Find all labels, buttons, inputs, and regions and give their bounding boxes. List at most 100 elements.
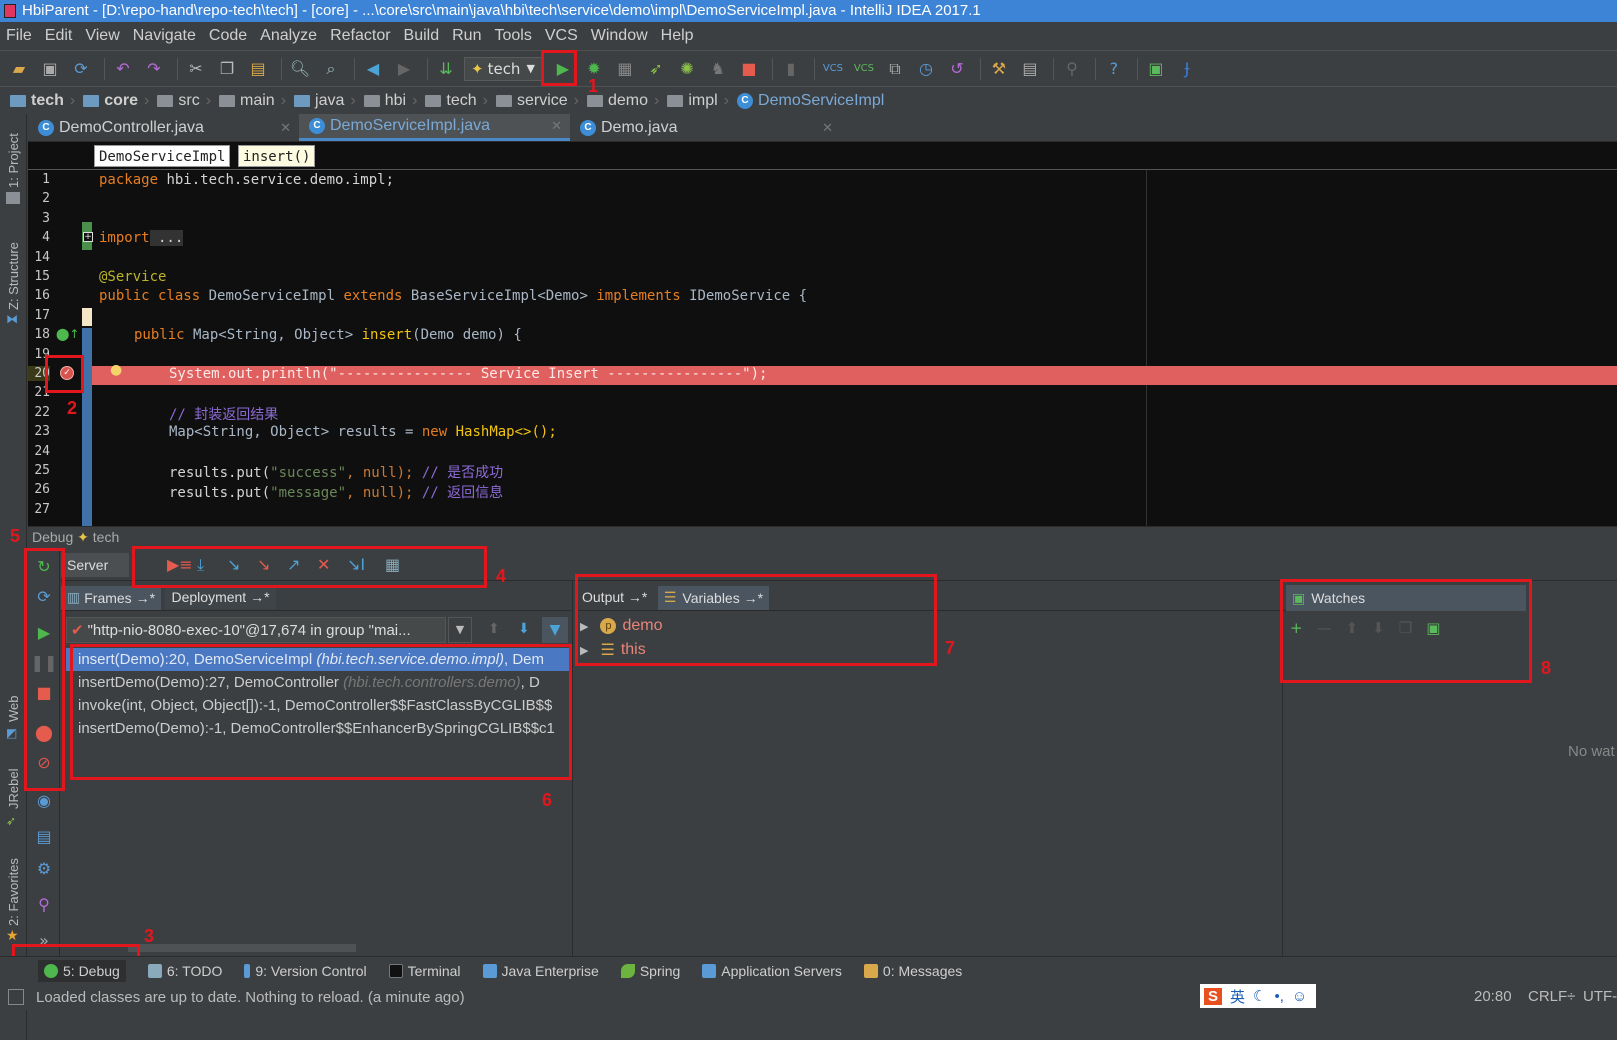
- drop-frame-icon[interactable]: ✕: [317, 555, 341, 575]
- method-crumb[interactable]: insert(): [238, 145, 316, 167]
- pin-icon[interactable]: ⚲: [33, 893, 55, 915]
- jrebel-run-icon[interactable]: ➶: [643, 56, 669, 82]
- tool-spring[interactable]: Spring: [620, 963, 680, 979]
- menu-tools[interactable]: Tools: [494, 27, 531, 45]
- breadcrumb-hbi[interactable]: hbi ›: [363, 92, 417, 110]
- close-icon[interactable]: ✕: [280, 120, 291, 136]
- move-down-icon[interactable]: ⬇: [1372, 619, 1385, 637]
- help-icon[interactable]: ?: [1101, 56, 1127, 82]
- pause-icon[interactable]: ❚❚: [31, 651, 58, 673]
- sdk-icon[interactable]: ⚲: [1059, 56, 1085, 82]
- variable-row[interactable]: ▶ p demo: [580, 617, 663, 635]
- remove-watch-icon[interactable]: —: [1317, 619, 1332, 637]
- class-crumb[interactable]: DemoServiceImpl: [94, 145, 231, 167]
- force-step-into-icon[interactable]: ↘: [257, 555, 281, 575]
- more-icon[interactable]: »: [33, 929, 55, 951]
- frame-row[interactable]: insertDemo(Demo):-1, DemoController$$Enh…: [66, 717, 572, 740]
- cut-icon[interactable]: ✂: [183, 56, 209, 82]
- plugin-icon[interactable]: ▣: [1143, 56, 1169, 82]
- line-separator[interactable]: CRLF÷: [1528, 988, 1575, 1005]
- vcs-update-icon[interactable]: VCS: [820, 56, 846, 82]
- fold-expand-icon[interactable]: +: [83, 232, 93, 242]
- vcs-commit-icon[interactable]: VCS: [851, 56, 877, 82]
- duplicate-watch-icon[interactable]: ❐: [1399, 619, 1412, 637]
- override-icon[interactable]: ⬤↑: [56, 327, 79, 341]
- caret-position[interactable]: 20:80: [1474, 988, 1512, 1005]
- thread-dropdown-icon[interactable]: ▼: [448, 617, 472, 643]
- tab-deployment[interactable]: Deployment →*: [165, 585, 276, 609]
- replace-icon[interactable]: ⌕: [318, 56, 344, 82]
- tab-server[interactable]: Server: [61, 553, 129, 577]
- code-editor[interactable]: DemoServiceImpl insert() 1 2 3 4 14 15 1…: [28, 142, 1617, 526]
- redo-icon[interactable]: ↷: [141, 56, 167, 82]
- lightbulb-icon[interactable]: ●: [110, 362, 122, 378]
- copy-icon[interactable]: ❐: [214, 56, 240, 82]
- vcs-compare-icon[interactable]: ⧉: [882, 56, 908, 82]
- menu-navigate[interactable]: Navigate: [133, 27, 196, 45]
- tool-debug[interactable]: 5: Debug: [38, 959, 126, 982]
- status-toggle-icon[interactable]: [8, 989, 24, 1005]
- close-icon[interactable]: ✕: [822, 120, 833, 136]
- menu-run[interactable]: Run: [452, 27, 481, 45]
- frames-scrollbar[interactable]: [128, 944, 356, 952]
- forward-icon[interactable]: ▶: [391, 56, 417, 82]
- tool-messages[interactable]: 0: Messages: [863, 963, 962, 979]
- stop-icon[interactable]: ■: [736, 56, 762, 82]
- structure-tool-button[interactable]: Z: Structure: [6, 242, 21, 310]
- move-up-icon[interactable]: ⬆: [1346, 619, 1359, 637]
- project-settings-icon[interactable]: ▤: [1017, 56, 1043, 82]
- menu-window[interactable]: Window: [591, 27, 648, 45]
- encoding[interactable]: UTF-: [1583, 988, 1617, 1005]
- frame-row[interactable]: insert(Demo):20, DemoServiceImpl (hbi.te…: [66, 648, 572, 671]
- save-all-icon[interactable]: ▣: [37, 56, 63, 82]
- project-tool-button[interactable]: 1: Project: [6, 133, 21, 188]
- menu-view[interactable]: View: [85, 27, 119, 45]
- breadcrumb-tech[interactable]: tech ›: [10, 92, 75, 110]
- variable-row[interactable]: ▶ ☰ this: [580, 640, 646, 660]
- tab-demo-controller[interactable]: C DemoController.java ✕: [28, 114, 299, 141]
- breakpoint-icon[interactable]: ✓: [60, 366, 74, 380]
- jrebel-tool-button[interactable]: JRebel: [6, 769, 21, 809]
- close-icon[interactable]: ✕: [551, 118, 562, 134]
- tool-terminal[interactable]: Terminal: [388, 963, 461, 979]
- breadcrumb-service[interactable]: service ›: [495, 92, 579, 110]
- menu-code[interactable]: Code: [209, 27, 247, 45]
- find-icon[interactable]: 🔍︎: [287, 56, 313, 82]
- line-gutter[interactable]: 1 2 3 4 14 15 16 17 18 19 20 21 22 23 24…: [28, 170, 82, 526]
- breadcrumb-impl[interactable]: impl ›: [667, 92, 729, 110]
- tool-java-enterprise[interactable]: Java Enterprise: [482, 963, 599, 979]
- menu-edit[interactable]: Edit: [45, 27, 73, 45]
- menu-refactor[interactable]: Refactor: [330, 27, 390, 45]
- paste-icon[interactable]: ▤: [245, 56, 271, 82]
- watches-layout-icon[interactable]: ▣: [1426, 619, 1440, 637]
- breadcrumb-src[interactable]: src ›: [157, 92, 211, 110]
- camera-icon[interactable]: ◉: [33, 789, 55, 811]
- tab-frames[interactable]: ▥ Frames →*: [61, 585, 162, 610]
- frame-down-icon[interactable]: ⬇: [518, 621, 530, 637]
- mute-breakpoints-icon[interactable]: ⊘: [33, 751, 55, 773]
- step-over-icon[interactable]: ⤓: [197, 555, 221, 575]
- menu-build[interactable]: Build: [404, 27, 440, 45]
- view-breakpoints-icon[interactable]: ⬤: [33, 721, 55, 743]
- breadcrumb-main[interactable]: main ›: [219, 92, 286, 110]
- open-folder-icon[interactable]: ▰: [6, 56, 32, 82]
- favorites-tool-button[interactable]: 2: Favorites: [6, 858, 21, 926]
- frame-up-icon[interactable]: ⬆: [488, 621, 500, 637]
- vcs-revert-icon[interactable]: ↺: [944, 56, 970, 82]
- run-to-cursor-icon[interactable]: ↘I: [347, 555, 371, 575]
- breadcrumb-class[interactable]: C DemoServiceImpl: [737, 92, 884, 110]
- undo-icon[interactable]: ↶: [110, 56, 136, 82]
- evaluate-expression-icon[interactable]: ▦: [385, 555, 409, 575]
- tab-demo[interactable]: C Demo.java ✕: [570, 114, 841, 141]
- jrebel-debug-icon[interactable]: ✺: [674, 56, 700, 82]
- vcs-history-icon[interactable]: ◷: [913, 56, 939, 82]
- add-watch-icon[interactable]: +: [1290, 619, 1303, 637]
- attach-icon[interactable]: ♞: [705, 56, 731, 82]
- filter-icon[interactable]: ▼: [542, 617, 568, 643]
- menu-help[interactable]: Help: [661, 27, 694, 45]
- build-icon[interactable]: ⇊: [433, 56, 459, 82]
- menu-analyze[interactable]: Analyze: [260, 27, 317, 45]
- tab-output[interactable]: Output →*: [576, 585, 653, 609]
- step-out-icon[interactable]: ↗: [287, 555, 311, 575]
- project-structure-icon[interactable]: ▮: [778, 56, 804, 82]
